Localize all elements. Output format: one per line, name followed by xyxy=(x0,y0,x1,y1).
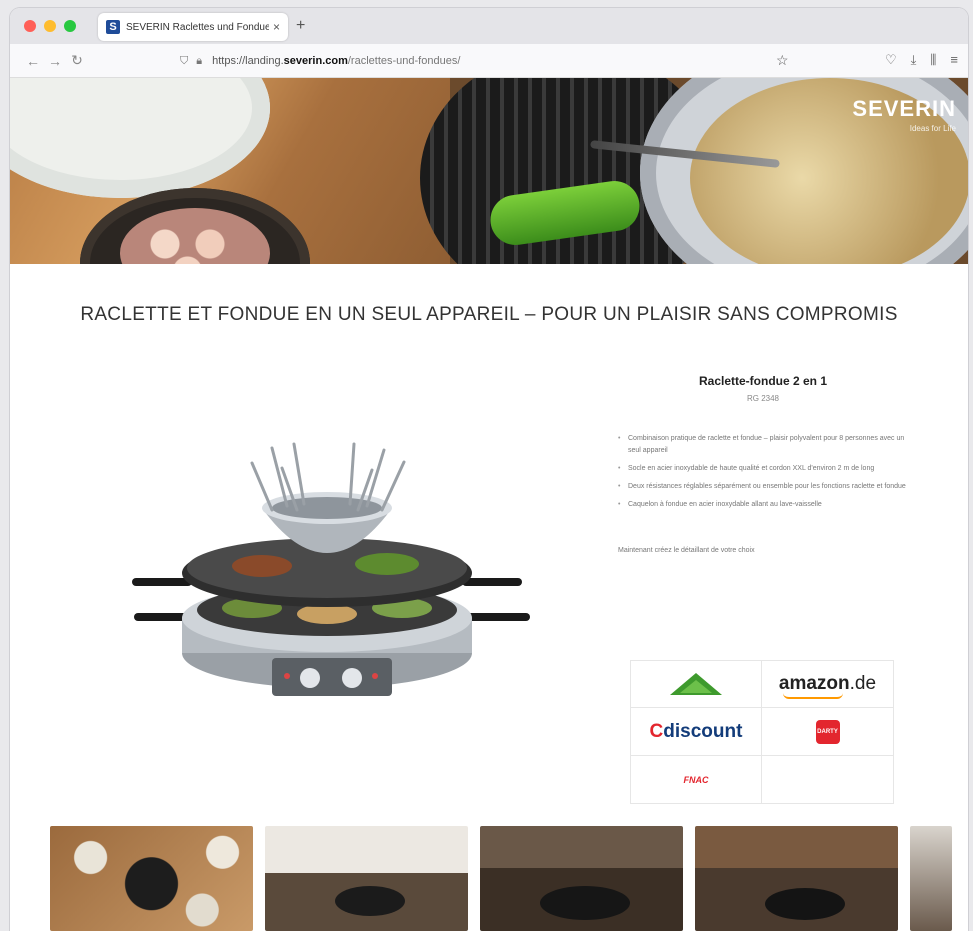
severin-logo[interactable]: SEVERIN Ideas for Life xyxy=(852,96,956,133)
product-image xyxy=(132,442,530,696)
url-host: severin.com xyxy=(283,55,348,67)
url-path: /raclettes-und-fondues/ xyxy=(347,55,461,67)
brand-name: SEVERIN xyxy=(852,96,956,121)
new-tab-button[interactable]: + xyxy=(296,17,305,35)
url-scheme: https://landing. xyxy=(212,55,284,67)
lock-icon[interactable]: 🔒︎ xyxy=(196,55,202,68)
severin-favicon-icon: S xyxy=(106,20,120,34)
feature-item: Socle en acier inoxydable de haute quali… xyxy=(618,463,908,475)
gallery-image[interactable] xyxy=(910,826,952,931)
cdiscount-logo: Cdiscount xyxy=(649,720,743,742)
library-icon[interactable]: ⫼ xyxy=(930,52,936,68)
window-controls xyxy=(24,20,76,32)
gallery-image[interactable] xyxy=(480,826,683,931)
product-info: Raclette-fondue 2 en 1 RG 2348 Combinais… xyxy=(618,374,908,554)
retailer-cta-text: Maintenant créez le détaillant de votre … xyxy=(618,547,755,554)
tab-strip: S SEVERIN Raclettes und Fondue × + xyxy=(10,8,968,44)
retailer-grid: amazon.de Cdiscount DARTY FNAC xyxy=(630,660,894,804)
tracking-shield-icon[interactable]: ⛉ xyxy=(180,55,188,68)
bookmark-star-icon[interactable]: ☆ xyxy=(776,52,789,69)
menu-icon[interactable]: ≡ xyxy=(950,52,958,68)
leroy-merlin-logo-icon xyxy=(670,673,722,695)
reload-icon[interactable]: ↻ xyxy=(66,52,88,69)
back-arrow-icon[interactable]: ← xyxy=(22,53,44,69)
gallery-image[interactable] xyxy=(695,826,898,931)
fnac-logo: FNAC xyxy=(683,774,709,785)
gallery-image[interactable] xyxy=(50,826,253,931)
retailer-empty-cell xyxy=(762,756,894,804)
browser-window: S SEVERIN Raclettes und Fondue × + ← → ↻… xyxy=(10,8,968,931)
toolbar-icons: ♡ ⤓ ⫼ ≡ xyxy=(885,52,958,68)
tab-title: SEVERIN Raclettes und Fondue xyxy=(126,21,269,33)
tab-severin[interactable]: S SEVERIN Raclettes und Fondue × xyxy=(98,13,288,41)
feature-item: Combinaison pratique de raclette et fond… xyxy=(618,433,908,457)
product-title: Raclette-fondue 2 en 1 xyxy=(698,374,828,388)
brand-tagline: Ideas for Life xyxy=(909,124,956,133)
retailer-fnac[interactable]: FNAC xyxy=(630,756,762,804)
amazon-logo: amazon.de xyxy=(779,673,876,699)
retailer-leroy-merlin[interactable] xyxy=(630,660,762,708)
page-headline: RACLETTE ET FONDUE EN UN SEUL APPAREIL –… xyxy=(80,304,898,325)
nav-bar: ← → ↻ ⛉ 🔒︎ https://landing. severin.com … xyxy=(10,44,968,78)
retailer-cdiscount[interactable]: Cdiscount xyxy=(630,708,762,756)
feature-item: Deux résistances réglables séparément ou… xyxy=(618,481,908,493)
feature-item: Caquelon à fondue en acier inoxydable al… xyxy=(618,499,908,511)
forward-arrow-icon[interactable]: → xyxy=(44,53,66,69)
close-window-button[interactable] xyxy=(24,20,36,32)
amazon-smile-icon xyxy=(782,693,843,699)
darty-logo: DARTY xyxy=(815,719,840,744)
retailer-amazon[interactable]: amazon.de xyxy=(762,660,894,708)
pocket-icon[interactable]: ♡ xyxy=(885,52,897,68)
gallery-image[interactable] xyxy=(265,826,468,931)
zoom-window-button[interactable] xyxy=(64,20,76,32)
download-icon[interactable]: ⤓ xyxy=(911,52,917,68)
retailer-darty[interactable]: DARTY xyxy=(762,708,894,756)
feature-list: Combinaison pratique de raclette et fond… xyxy=(618,433,908,511)
url-bar[interactable]: ⛉ 🔒︎ https://landing. severin.com /racle… xyxy=(180,50,760,72)
tab-close-icon[interactable]: × xyxy=(273,20,280,34)
hero-banner: SEVERIN Ideas for Life xyxy=(10,78,968,264)
image-gallery xyxy=(50,826,952,931)
minimize-window-button[interactable] xyxy=(44,20,56,32)
product-code: RG 2348 xyxy=(746,394,780,403)
